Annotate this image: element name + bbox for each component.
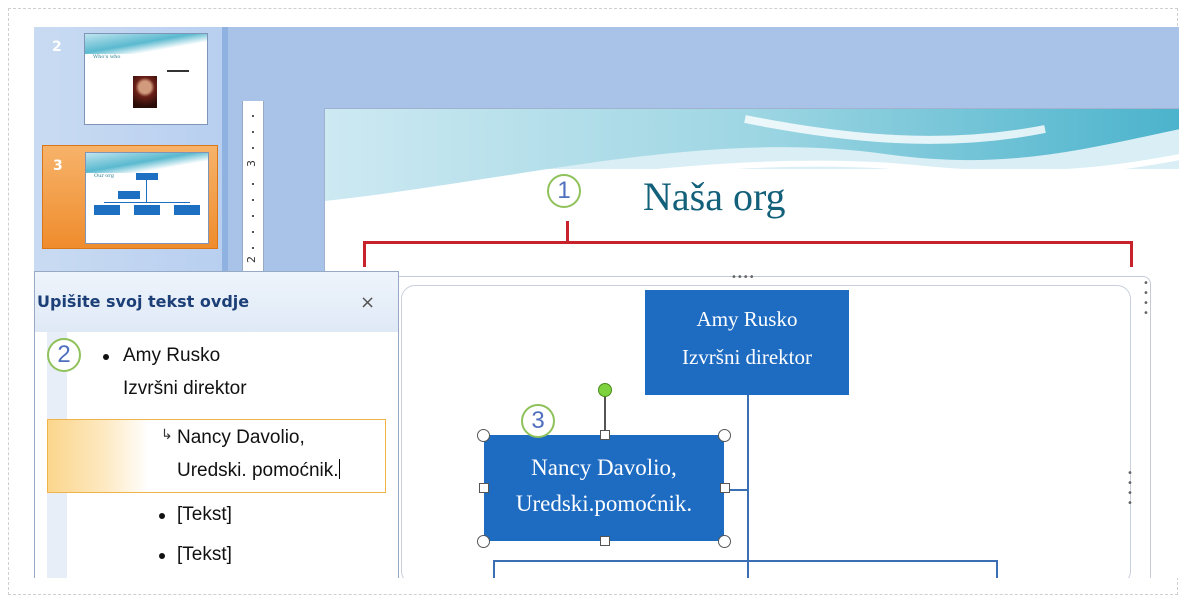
rotation-handle[interactable] bbox=[598, 383, 612, 397]
resize-handle-top-left[interactable] bbox=[477, 429, 490, 442]
bullet-icon bbox=[159, 513, 165, 519]
slide-number: 2 bbox=[52, 39, 62, 55]
thumbnail-org-box bbox=[136, 173, 158, 180]
org-box-executive[interactable]: Amy Rusko Izvršni direktor bbox=[645, 290, 849, 395]
text-pane-item[interactable]: Nancy Davolio, bbox=[177, 427, 305, 449]
org-connector-children bbox=[493, 560, 998, 578]
text-pane-item-line2[interactable]: Uredski. pomoćnik. bbox=[177, 459, 340, 482]
resize-handle-bottom-right[interactable] bbox=[718, 535, 731, 548]
ruler-tick bbox=[252, 231, 254, 233]
org-box-role: Uredski.pomoćnik. bbox=[515, 491, 693, 516]
ruler-tick bbox=[252, 131, 254, 133]
thumbnail-card: Who's who bbox=[84, 33, 208, 125]
thumbnail-text-line bbox=[167, 70, 189, 72]
ruler-tick bbox=[252, 147, 254, 149]
text-pane-header: Upišite svoj tekst ovdje × bbox=[35, 272, 398, 332]
sub-level-arrow-icon: ↳ bbox=[161, 426, 173, 442]
callout-bracket bbox=[363, 241, 1133, 267]
rotation-handle-stem bbox=[604, 395, 606, 433]
slide-number: 3 bbox=[53, 158, 63, 174]
thumbnail-org-connector bbox=[146, 180, 147, 202]
thumbnail-wave-decoration bbox=[85, 34, 207, 54]
org-box-assistant[interactable]: Nancy Davolio, Uredski.pomoćnik. bbox=[484, 435, 724, 541]
resize-dots-side[interactable]: • • • • bbox=[1127, 469, 1133, 509]
slide-thumbnail-2[interactable]: 2 Who's who bbox=[42, 27, 218, 131]
thumbnail-org-box bbox=[118, 191, 140, 199]
org-box-name: Nancy Davolio, bbox=[531, 455, 677, 480]
ruler-tick bbox=[252, 247, 254, 249]
text-pane-item[interactable]: Amy Rusko bbox=[123, 345, 220, 367]
thumbnail-org-box bbox=[174, 205, 200, 215]
text-pane-title: Upišite svoj tekst ovdje bbox=[37, 292, 250, 311]
slide-title[interactable]: Naša org bbox=[625, 171, 885, 223]
text-pane-item[interactable]: [Tekst] bbox=[177, 504, 232, 526]
resize-handle-top[interactable] bbox=[600, 430, 610, 440]
callout-bracket-stem bbox=[566, 221, 569, 243]
smartart-text-pane[interactable]: Upišite svoj tekst ovdje × 2 Amy Rusko I… bbox=[34, 271, 399, 578]
resize-dots-corner[interactable]: • • • • bbox=[1143, 279, 1151, 319]
ruler-tick bbox=[252, 199, 254, 201]
ruler-number: 3 bbox=[245, 160, 258, 167]
ruler-tick bbox=[252, 183, 254, 185]
text-cursor bbox=[338, 459, 340, 479]
resize-handle-bottom-left[interactable] bbox=[477, 535, 490, 548]
resize-handle-right[interactable] bbox=[720, 483, 730, 493]
thumbnail-title: Our org bbox=[94, 173, 114, 179]
org-box-name: Amy Rusko bbox=[696, 307, 798, 331]
bullet-icon bbox=[159, 553, 165, 559]
resize-handle-left[interactable] bbox=[479, 483, 489, 493]
thumbnail-org-box bbox=[134, 205, 160, 215]
ruler-tick bbox=[252, 215, 254, 217]
ruler-tick bbox=[252, 115, 254, 117]
callout-1: 1 bbox=[547, 174, 581, 208]
slide-thumbnail-3[interactable]: 3 Our org bbox=[42, 145, 218, 249]
text-pane-item-line2-text: Uredski. pomoćnik. bbox=[177, 460, 339, 481]
thumbnail-org-box bbox=[94, 205, 120, 215]
resize-dots-top[interactable]: •••• bbox=[731, 273, 755, 283]
thumbnail-title: Who's who bbox=[93, 54, 121, 60]
ruler-number: 2 bbox=[245, 256, 258, 263]
resize-handle-top-right[interactable] bbox=[718, 429, 731, 442]
callout-3: 3 bbox=[521, 404, 555, 438]
resize-handle-bottom[interactable] bbox=[600, 536, 610, 546]
close-icon[interactable]: × bbox=[360, 292, 375, 313]
org-connector-vertical bbox=[747, 394, 749, 578]
bullet-icon bbox=[103, 354, 109, 360]
text-pane-item-line2[interactable]: Izvršni direktor bbox=[123, 378, 247, 400]
text-pane-item[interactable]: [Tekst] bbox=[177, 544, 232, 566]
thumbnail-photo bbox=[133, 76, 157, 108]
slide-canvas[interactable]: 1 Naša org •••• • • • • • • • • Amy Rusko Iz… bbox=[324, 108, 1179, 578]
org-box-role: Izvršni direktor bbox=[681, 345, 813, 369]
thumbnail-card: Our org bbox=[85, 152, 209, 244]
callout-2: 2 bbox=[47, 338, 81, 372]
thumbnail-wave-decoration bbox=[86, 153, 208, 173]
powerpoint-window: 2 Who's who 3 Our org 3 2 1 Naša org •••… bbox=[34, 27, 1179, 578]
thumbnail-org-connector bbox=[104, 202, 190, 203]
